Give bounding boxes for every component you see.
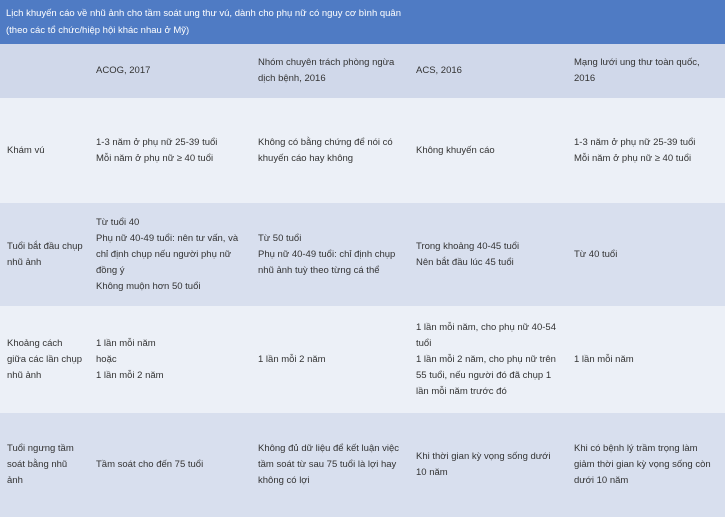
recommendations-table: ACOG, 2017 Nhóm chuyên trách phòng ngừa … [0, 44, 725, 517]
cell-text: Trong khoảng 40-45 tuổi [416, 240, 520, 252]
cell-text: Từ 50 tuổi [258, 232, 302, 244]
table-row: Khám vú 1-3 năm ở phụ nữ 25-39 tuổi Mỗi … [0, 98, 725, 203]
table-cell: 1-3 năm ở phụ nữ 25-39 tuổi Mỗi năm ở ph… [90, 98, 252, 203]
cell-text: Tầm soát cho đến 75 tuổi [96, 459, 204, 470]
table-cell: 1 lần mỗi năm hoặc 1 lần mỗi 2 năm [90, 306, 252, 413]
cell-text: Không đủ dữ liệu để kết luận việc tầm so… [258, 443, 400, 486]
title-line-2: (theo các tổ chức/hiệp hội khác nhau ở M… [6, 25, 190, 36]
cell-text: Phụ nữ 40-49 tuổi: chỉ định chụp nhũ ảnh… [258, 248, 396, 276]
document-slide: Lịch khuyến cáo về nhũ ảnh cho tầm soát … [0, 0, 725, 517]
cell-text: 1-3 năm ở phụ nữ 25-39 tuổi [96, 136, 218, 148]
table-cell: Không có bằng chứng để nói có khuyến cáo… [252, 98, 410, 203]
row-label: Tuổi ngưng tầm soát bằng nhũ ảnh [0, 413, 90, 517]
cell-text: Phụ nữ 40-49 tuổi: nên tư vấn, và chỉ đị… [96, 232, 239, 276]
row-label: Khám vú [0, 98, 90, 203]
cell-text: Không có bằng chứng để nói có khuyến cáo… [258, 136, 393, 164]
header-nccn: Mạng lưới ung thư toàn quốc, 2016 [568, 44, 725, 98]
table-row: Tuổi ngưng tầm soát bằng nhũ ảnh Tầm soá… [0, 413, 725, 517]
cell-text: 1 lần mỗi năm, cho phụ nữ 40-54 tuổi [416, 321, 556, 349]
table-cell: Tầm soát cho đến 75 tuổi [90, 413, 252, 517]
row-label: Khoảng cách giữa các lần chụp nhũ ảnh [0, 306, 90, 413]
header-cell-empty [0, 44, 90, 98]
row-label: Tuổi bắt đầu chụp nhũ ảnh [0, 203, 90, 306]
cell-text: Khi có bệnh lý trầm trọng làm giảm thời … [574, 443, 711, 486]
table-cell: Từ tuổi 40 Phụ nữ 40-49 tuổi: nên tư vấn… [90, 203, 252, 306]
cell-text: 1-3 năm ở phụ nữ 25-39 tuổi [574, 136, 696, 148]
table-header-row: ACOG, 2017 Nhóm chuyên trách phòng ngừa … [0, 44, 725, 98]
table-row: Khoảng cách giữa các lần chụp nhũ ảnh 1 … [0, 306, 725, 413]
title-line-1: Lịch khuyến cáo về nhũ ảnh cho tầm soát … [6, 8, 401, 19]
cell-text: Không khuyến cáo [416, 144, 495, 156]
cell-text: Khi thời gian kỳ vọng sống dưới 10 năm [416, 451, 551, 478]
title-bar: Lịch khuyến cáo về nhũ ảnh cho tầm soát … [0, 0, 725, 44]
table-cell: Từ 50 tuổi Phụ nữ 40-49 tuổi: chỉ định c… [252, 203, 410, 306]
cell-text: Mỗi năm ở phụ nữ ≥ 40 tuổi [96, 152, 214, 164]
cell-text: 1 lần mỗi năm [574, 353, 634, 365]
cell-text: hoặc [96, 353, 117, 365]
cell-text: 1 lần mỗi 2 năm, cho phụ nữ trên 55 tuổi… [416, 353, 556, 397]
cell-text: Từ tuổi 40 [96, 216, 140, 228]
cell-text: 1 lần mỗi 2 năm [96, 369, 164, 381]
table-cell: Trong khoảng 40-45 tuổi Nên bắt đầu lúc … [410, 203, 568, 306]
table-row: Tuổi bắt đầu chụp nhũ ảnh Từ tuổi 40 Phụ… [0, 203, 725, 306]
table-cell: 1-3 năm ở phụ nữ 25-39 tuổi Mỗi năm ở ph… [568, 98, 725, 203]
table-cell: Từ 40 tuổi [568, 203, 725, 306]
cell-text: Mỗi năm ở phụ nữ ≥ 40 tuổi [574, 152, 692, 164]
table-cell: 1 lần mỗi năm [568, 306, 725, 413]
cell-text: Không muộn hơn 50 tuổi [96, 280, 201, 292]
header-acog: ACOG, 2017 [90, 44, 252, 98]
header-acs: ACS, 2016 [410, 44, 568, 98]
cell-text: Từ 40 tuổi [574, 248, 618, 260]
cell-text: 1 lần mỗi năm [96, 337, 156, 349]
table-cell: Khi có bệnh lý trầm trọng làm giảm thời … [568, 413, 725, 517]
cell-text: 1 lần mỗi 2 năm [258, 353, 326, 365]
table-cell: 1 lần mỗi 2 năm [252, 306, 410, 413]
table-cell: Không đủ dữ liệu để kết luận việc tầm so… [252, 413, 410, 517]
table-cell: 1 lần mỗi năm, cho phụ nữ 40-54 tuổi 1 l… [410, 306, 568, 413]
cell-text: Nên bắt đầu lúc 45 tuổi [416, 256, 514, 268]
header-uspstf: Nhóm chuyên trách phòng ngừa dịch bệnh, … [252, 44, 410, 98]
table-cell: Khi thời gian kỳ vọng sống dưới 10 năm [410, 413, 568, 517]
table-cell: Không khuyến cáo [410, 98, 568, 203]
